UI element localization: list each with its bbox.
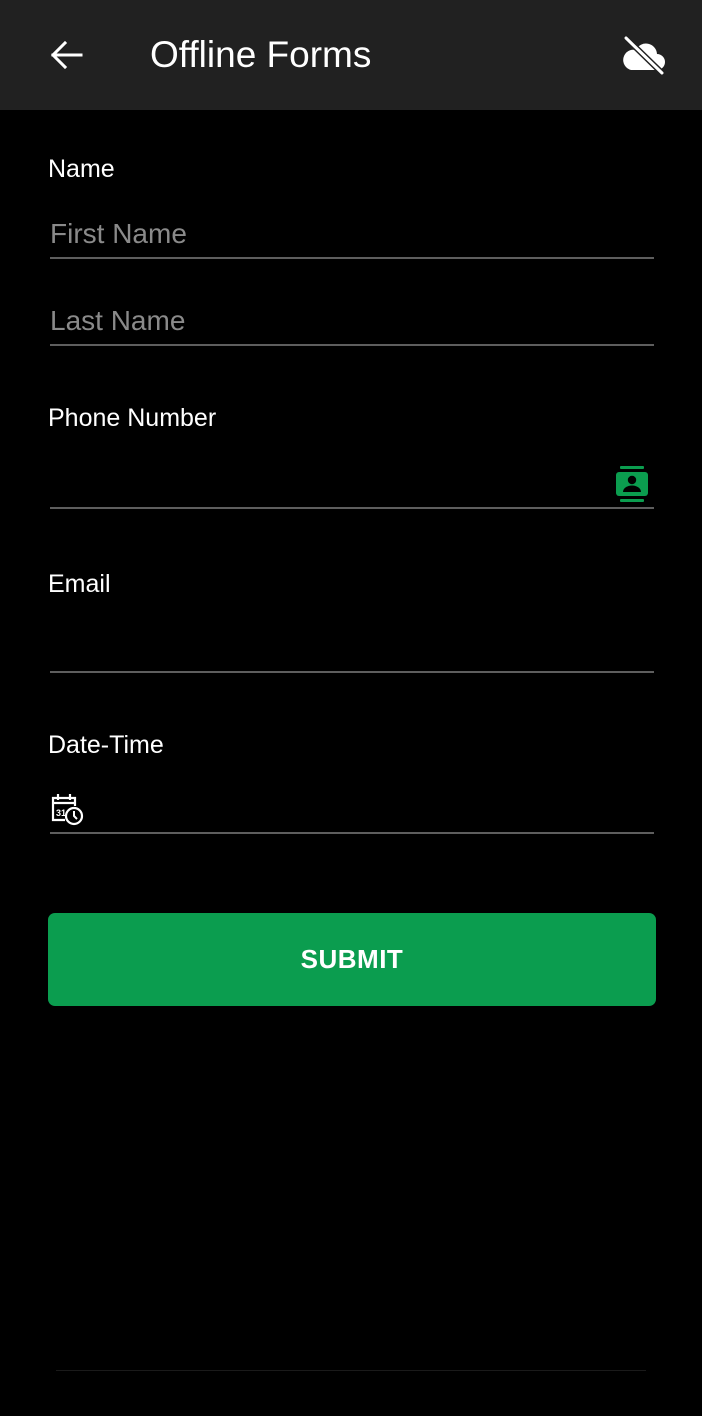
phone-number-field[interactable] <box>50 452 654 509</box>
sync-status-button[interactable] <box>614 25 674 85</box>
date-time-field[interactable]: 31 <box>50 782 654 834</box>
last-name-field[interactable] <box>50 297 654 346</box>
back-button[interactable] <box>38 27 94 83</box>
first-name-input[interactable] <box>50 210 654 257</box>
page-title: Offline Forms <box>150 34 372 75</box>
date-time-input[interactable] <box>94 782 654 832</box>
phone-number-label: Phone Number <box>48 404 217 432</box>
contacts-icon[interactable] <box>616 466 648 502</box>
email-field[interactable] <box>50 618 654 673</box>
email-input[interactable] <box>50 618 654 671</box>
app-bar: Offline Forms <box>0 0 702 110</box>
arrow-left-icon <box>50 40 83 70</box>
calendar-clock-icon[interactable]: 31 <box>50 792 84 826</box>
phone-number-input[interactable] <box>50 452 610 507</box>
bottom-divider <box>56 1370 646 1371</box>
first-name-field[interactable] <box>50 210 654 259</box>
submit-button[interactable]: SUBMIT <box>48 913 656 1006</box>
svg-text:31: 31 <box>56 808 66 818</box>
email-label: Email <box>48 570 111 598</box>
date-time-label: Date-Time <box>48 731 164 759</box>
name-label: Name <box>48 155 115 183</box>
cloud-off-icon <box>623 35 665 75</box>
last-name-input[interactable] <box>50 297 654 344</box>
